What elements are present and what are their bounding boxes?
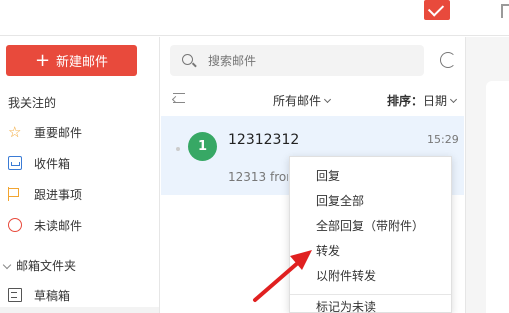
avatar: 1 — [188, 132, 217, 161]
sidebar-item-label: 未读邮件 — [34, 218, 83, 233]
unread-circle-icon — [8, 218, 22, 232]
sidebar-item-label: 跟进事项 — [34, 187, 83, 202]
plus-icon: + — [34, 49, 51, 71]
sidebar-item-label: 重要邮件 — [34, 125, 83, 140]
sidebar-item-label: 草稿箱 — [34, 288, 71, 303]
sidebar: + 新建邮件 我关注的 ☆ 重要邮件 收件箱 跟进事项 未读邮件 邮箱文件夹 草… — [0, 37, 160, 313]
new-mail-button[interactable]: + 新建邮件 — [6, 45, 137, 76]
search-icon — [182, 53, 196, 68]
filter-label: 所有邮件 — [273, 94, 322, 108]
unread-dot — [176, 147, 180, 151]
star-icon: ☆ — [8, 123, 22, 141]
filter-select[interactable]: 所有邮件 — [273, 92, 332, 109]
mail-preview: 12313 from — [228, 170, 288, 184]
sidebar-item-drafts[interactable]: 草稿箱 — [8, 283, 70, 307]
sidebar-item-label: 收件箱 — [34, 156, 71, 171]
menu-item-forward[interactable]: 转发 — [290, 238, 451, 263]
chevron-down-icon — [2, 260, 12, 270]
reading-pane — [465, 37, 509, 313]
sort-select[interactable]: 排序：日期 — [387, 92, 458, 109]
menu-item-reply[interactable]: 回复 — [290, 163, 451, 188]
sort-value: 日期 — [423, 94, 448, 108]
list-toolbar: 所有邮件 排序：日期 — [161, 89, 464, 111]
draft-icon — [8, 288, 22, 302]
search-box[interactable] — [170, 45, 424, 76]
chevron-down-icon — [449, 95, 458, 104]
chevron-down-icon — [323, 95, 332, 104]
context-menu: 回复 回复全部 全部回复（带附件） 转发 以附件转发 标记为未读 — [289, 156, 452, 313]
sidebar-item-inbox[interactable]: 收件箱 — [8, 151, 70, 175]
sidebar-item-follow-up[interactable]: 跟进事项 — [8, 182, 82, 206]
sidebar-next-item — [0, 307, 159, 313]
inbox-icon — [8, 156, 22, 170]
mail-time: 15:29 — [427, 133, 459, 146]
collapse-icon[interactable] — [173, 93, 185, 103]
sender-name: 12312312 — [228, 132, 300, 148]
top-bar — [0, 0, 509, 36]
folders-section-label[interactable]: 邮箱文件夹 — [0, 257, 76, 274]
menu-item-reply-all[interactable]: 回复全部 — [290, 188, 451, 213]
top-right-icon[interactable] — [501, 4, 509, 18]
refresh-icon[interactable] — [440, 52, 456, 68]
menu-item-forward-as-attachment[interactable]: 以附件转发 — [290, 263, 451, 288]
folders-label: 邮箱文件夹 — [16, 259, 77, 273]
menu-item-reply-all-with-attachments[interactable]: 全部回复（带附件） — [290, 213, 451, 238]
sort-prefix: 排序： — [387, 94, 424, 108]
mail-icon[interactable] — [424, 0, 450, 20]
search-input[interactable] — [208, 53, 388, 68]
followed-section-label: 我关注的 — [8, 96, 57, 110]
reading-pane-card — [486, 81, 509, 313]
flag-icon — [8, 187, 22, 201]
sidebar-item-unread[interactable]: 未读邮件 — [8, 213, 82, 237]
sidebar-item-important[interactable]: ☆ 重要邮件 — [8, 120, 82, 144]
menu-item-mark-unread[interactable]: 标记为未读 — [290, 294, 451, 313]
new-mail-label: 新建邮件 — [56, 55, 109, 70]
